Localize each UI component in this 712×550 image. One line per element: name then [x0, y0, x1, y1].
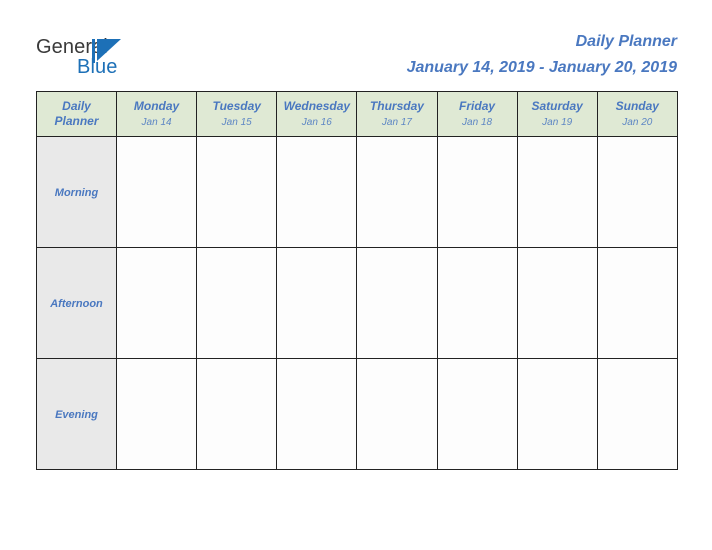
day-name-friday: Friday	[459, 98, 496, 113]
day-name-thursday: Thursday	[369, 98, 424, 113]
cell-afternoon-monday[interactable]	[115, 247, 198, 359]
planner-table: Daily Planner Monday Jan 14 Tuesday Jan …	[36, 91, 678, 470]
header-cell-wednesday: Wednesday Jan 16	[276, 91, 358, 137]
row-label-morning: Morning	[36, 136, 117, 248]
title-block: Daily Planner January 14, 2019 - January…	[407, 32, 677, 78]
cell-morning-saturday[interactable]	[516, 136, 598, 248]
daily-planner-page: General Blue Daily Planner January 14, 2…	[0, 0, 712, 550]
day-name-sunday: Sunday	[615, 98, 659, 113]
header-cell-friday: Friday Jan 18	[436, 91, 518, 137]
cell-afternoon-friday[interactable]	[436, 247, 518, 359]
header-cell-saturday: Saturday Jan 19	[516, 91, 598, 137]
cell-evening-sunday[interactable]	[596, 358, 678, 470]
day-date-friday: Jan 18	[462, 116, 493, 128]
cell-afternoon-sunday[interactable]	[596, 247, 678, 359]
header-cell-tuesday: Tuesday Jan 15	[196, 91, 278, 137]
page-title: Daily Planner	[575, 33, 677, 50]
day-name-saturday: Saturday	[531, 98, 583, 113]
day-date-saturday: Jan 19	[542, 116, 573, 128]
page-header: General Blue Daily Planner January 14, 2…	[0, 0, 712, 90]
day-name-monday: Monday	[133, 98, 180, 113]
corner-label-line2: Planner	[54, 114, 99, 128]
day-date-monday: Jan 14	[141, 116, 172, 128]
cell-evening-thursday[interactable]	[356, 358, 438, 470]
day-name-wednesday: Wednesday	[283, 98, 351, 113]
cell-morning-wednesday[interactable]	[276, 136, 358, 248]
cell-morning-friday[interactable]	[436, 136, 518, 248]
table-row-morning: Morning	[36, 136, 678, 248]
cell-morning-monday[interactable]	[115, 136, 198, 248]
day-date-thursday: Jan 17	[381, 116, 412, 128]
cell-afternoon-saturday[interactable]	[516, 247, 598, 359]
day-date-sunday: Jan 20	[622, 116, 653, 128]
table-row-afternoon: Afternoon	[36, 247, 678, 359]
corner-label-line1: Daily	[62, 99, 91, 113]
cell-evening-tuesday[interactable]	[196, 358, 278, 470]
planner-table-header: Daily Planner Monday Jan 14 Tuesday Jan …	[36, 91, 678, 137]
row-label-text-afternoon: Afternoon	[50, 298, 103, 310]
cell-morning-thursday[interactable]	[356, 136, 438, 248]
row-label-afternoon: Afternoon	[36, 247, 117, 359]
cell-morning-tuesday[interactable]	[196, 136, 278, 248]
table-row-evening: Evening	[36, 358, 678, 470]
planner-table-body: Morning Afternoon Evening	[36, 136, 678, 470]
row-label-text-evening: Evening	[55, 409, 98, 421]
row-label-evening: Evening	[36, 358, 117, 470]
header-cell-thursday: Thursday Jan 17	[356, 91, 438, 137]
cell-evening-saturday[interactable]	[516, 358, 598, 470]
cell-evening-friday[interactable]	[436, 358, 518, 470]
logo-text-blue: Blue	[77, 56, 118, 78]
header-cell-sunday: Sunday Jan 20	[596, 91, 678, 137]
header-cell-monday: Monday Jan 14	[115, 91, 198, 137]
day-date-tuesday: Jan 15	[221, 116, 252, 128]
cell-morning-sunday[interactable]	[596, 136, 678, 248]
day-date-wednesday: Jan 16	[301, 116, 332, 128]
date-range-label: January 14, 2019 - January 20, 2019	[406, 59, 677, 76]
cell-evening-monday[interactable]	[115, 358, 198, 470]
cell-evening-wednesday[interactable]	[276, 358, 358, 470]
header-row: Daily Planner Monday Jan 14 Tuesday Jan …	[36, 91, 678, 137]
row-label-text-morning: Morning	[54, 187, 99, 199]
cell-afternoon-wednesday[interactable]	[276, 247, 358, 359]
day-name-tuesday: Tuesday	[212, 98, 261, 113]
cell-afternoon-tuesday[interactable]	[196, 247, 278, 359]
generalblue-logo[interactable]: General Blue	[36, 36, 166, 84]
cell-afternoon-thursday[interactable]	[356, 247, 438, 359]
header-cell-corner: Daily Planner	[36, 91, 117, 137]
